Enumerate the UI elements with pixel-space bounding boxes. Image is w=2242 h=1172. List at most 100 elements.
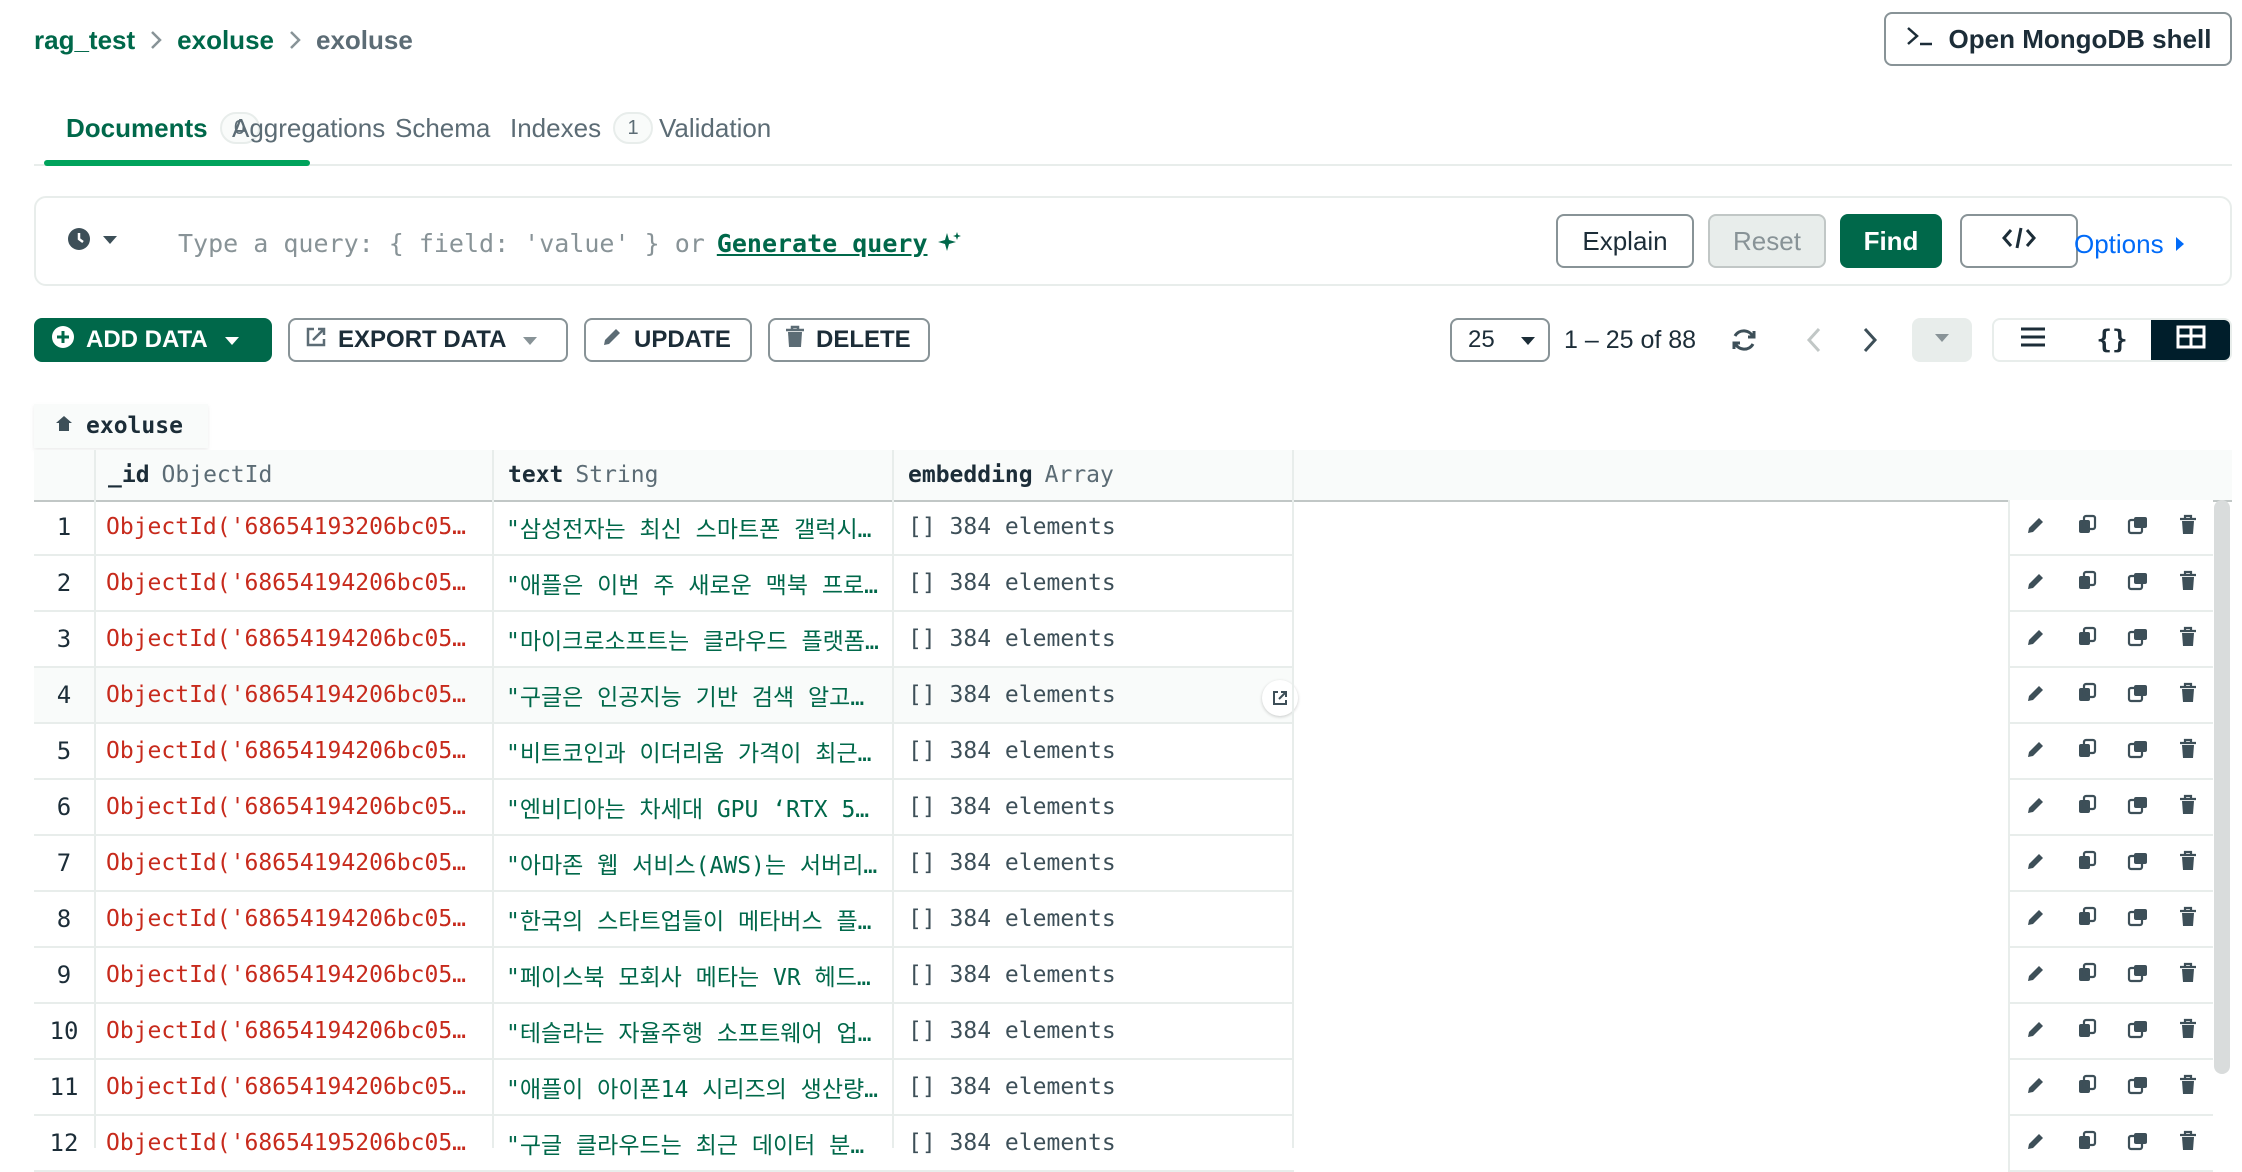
cell-text[interactable]: "구글 클라우드는 최근 데이터 분… — [506, 1116, 914, 1170]
tab-schema[interactable]: Schema — [395, 94, 490, 162]
update-button[interactable]: UPDATE — [584, 318, 752, 362]
query-input[interactable]: Type a query: { field: 'value' } or Gene… — [178, 226, 964, 260]
trash-icon[interactable] — [2178, 626, 2198, 653]
clone-icon[interactable] — [2127, 514, 2149, 541]
cell-text[interactable]: "구글은 인공지능 기반 검색 알고… — [506, 668, 914, 722]
pencil-icon[interactable] — [2025, 1130, 2047, 1157]
copy-icon[interactable] — [2076, 794, 2098, 821]
cell-id[interactable]: ObjectId('68654194206bc05… — [106, 612, 514, 666]
column-header-text[interactable]: text String — [508, 450, 658, 500]
cell-embedding[interactable]: [] 384 elements — [908, 612, 1288, 666]
clone-icon[interactable] — [2127, 962, 2149, 989]
clone-icon[interactable] — [2127, 794, 2149, 821]
pencil-icon[interactable] — [2025, 794, 2047, 821]
trash-icon[interactable] — [2178, 906, 2198, 933]
chevron-left-icon[interactable] — [1796, 322, 1832, 358]
table-row[interactable]: 12 ObjectId('68654195206bc05… "구글 클라우드는 최근… — [34, 1116, 1294, 1172]
cell-text[interactable]: "비트코인과 이더리움 가격이 최근… — [506, 724, 914, 778]
find-button[interactable]: Find — [1840, 214, 1942, 268]
clone-icon[interactable] — [2127, 738, 2149, 765]
cell-text[interactable]: "마이크로소프트는 클라우드 플랫폼… — [506, 612, 914, 666]
add-data-button[interactable]: ADD DATA — [34, 318, 272, 362]
cell-embedding[interactable]: [] 384 elements — [908, 668, 1288, 722]
cell-id[interactable]: ObjectId('68654194206bc05… — [106, 556, 514, 610]
cell-text[interactable]: "삼성전자는 최신 스마트폰 갤럭시… — [506, 500, 914, 554]
clone-icon[interactable] — [2127, 1130, 2149, 1157]
copy-icon[interactable] — [2076, 850, 2098, 877]
tab-indexes[interactable]: Indexes 1 — [510, 94, 654, 162]
breadcrumb-db[interactable]: rag_test — [34, 25, 135, 56]
copy-icon[interactable] — [2076, 1074, 2098, 1101]
clone-icon[interactable] — [2127, 906, 2149, 933]
trash-icon[interactable] — [2178, 682, 2198, 709]
cell-id[interactable]: ObjectId('68654194206bc05… — [106, 1004, 514, 1058]
table-row[interactable]: 3 ObjectId('68654194206bc05… "마이크로소프트는 클라우… — [34, 612, 1294, 668]
copy-icon[interactable] — [2076, 570, 2098, 597]
tab-documents[interactable]: Documents 0 — [44, 94, 310, 166]
pencil-icon[interactable] — [2025, 1074, 2047, 1101]
trash-icon[interactable] — [2178, 850, 2198, 877]
trash-icon[interactable] — [2178, 514, 2198, 541]
cell-embedding[interactable]: [] 384 elements — [908, 836, 1288, 890]
column-header-id[interactable]: _id ObjectId — [108, 450, 272, 500]
cell-id[interactable]: ObjectId('68654194206bc05… — [106, 724, 514, 778]
json-view-button[interactable]: {} — [2073, 320, 2152, 360]
cell-text[interactable]: "페이스북 모회사 메타는 VR 헤드… — [506, 948, 914, 1002]
clone-icon[interactable] — [2127, 570, 2149, 597]
pencil-icon[interactable] — [2025, 682, 2047, 709]
tab-aggregations[interactable]: Aggregations — [232, 94, 385, 162]
clone-icon[interactable] — [2127, 1018, 2149, 1045]
column-header-embedding[interactable]: embedding Array — [908, 450, 1114, 500]
clone-icon[interactable] — [2127, 850, 2149, 877]
table-view-button[interactable] — [2151, 320, 2230, 360]
table-row[interactable]: 4 ObjectId('68654194206bc05… "구글은 인공지능 기반 … — [34, 668, 1298, 724]
trash-icon[interactable] — [2178, 1130, 2198, 1157]
table-row[interactable]: 6 ObjectId('68654194206bc05… "엔비디아는 차세대 GP… — [34, 780, 1294, 836]
trash-icon[interactable] — [2178, 1074, 2198, 1101]
clone-icon[interactable] — [2127, 626, 2149, 653]
cell-id[interactable]: ObjectId('68654194206bc05… — [106, 668, 514, 722]
copy-icon[interactable] — [2076, 906, 2098, 933]
pencil-icon[interactable] — [2025, 906, 2047, 933]
table-row[interactable]: 5 ObjectId('68654194206bc05… "비트코인과 이더리움 가… — [34, 724, 1294, 780]
cell-embedding[interactable]: [] 384 elements — [908, 948, 1288, 1002]
copy-icon[interactable] — [2076, 1130, 2098, 1157]
pencil-icon[interactable] — [2025, 514, 2047, 541]
generate-query-link[interactable]: Generate query — [717, 229, 928, 258]
pencil-icon[interactable] — [2025, 1018, 2047, 1045]
cell-embedding[interactable]: [] 384 elements — [908, 1060, 1288, 1114]
cell-text[interactable]: "애플은 이번 주 새로운 맥북 프로… — [506, 556, 914, 610]
cell-embedding[interactable]: [] 384 elements — [908, 724, 1288, 778]
copy-icon[interactable] — [2076, 1018, 2098, 1045]
trash-icon[interactable] — [2178, 738, 2198, 765]
copy-icon[interactable] — [2076, 738, 2098, 765]
tab-validation[interactable]: Validation — [659, 94, 771, 162]
table-row[interactable]: 2 ObjectId('68654194206bc05… "애플은 이번 주 새로운… — [34, 556, 1294, 612]
cell-text[interactable]: "한국의 스타트업들이 메타버스 플… — [506, 892, 914, 946]
export-data-button[interactable]: EXPORT DATA — [288, 318, 568, 362]
query-history-button[interactable] — [66, 226, 118, 257]
clone-icon[interactable] — [2127, 1074, 2149, 1101]
collection-breadcrumb-tab[interactable]: exoluse — [34, 404, 208, 448]
explain-button[interactable]: Explain — [1556, 214, 1694, 268]
trash-icon[interactable] — [2178, 1018, 2198, 1045]
table-row[interactable]: 10 ObjectId('68654194206bc05… "테슬라는 자율주행 소… — [34, 1004, 1294, 1060]
table-row[interactable]: 1 ObjectId('68654193206bc05… "삼성전자는 최신 스마트… — [34, 500, 1294, 556]
pencil-icon[interactable] — [2025, 626, 2047, 653]
pencil-icon[interactable] — [2025, 570, 2047, 597]
cell-text[interactable]: "엔비디아는 차세대 GPU ‘RTX 5… — [506, 780, 914, 834]
cell-embedding[interactable]: [] 384 elements — [908, 500, 1288, 554]
reset-button[interactable]: Reset — [1708, 214, 1826, 268]
options-toggle[interactable]: Options — [2074, 228, 2186, 260]
page-size-select[interactable]: 25 — [1450, 318, 1550, 362]
cell-id[interactable]: ObjectId('68654194206bc05… — [106, 836, 514, 890]
export-code-button[interactable] — [1960, 214, 2078, 268]
pencil-icon[interactable] — [2025, 962, 2047, 989]
cell-embedding[interactable]: [] 384 elements — [908, 1116, 1288, 1170]
trash-icon[interactable] — [2178, 570, 2198, 597]
cell-embedding[interactable]: [] 384 elements — [908, 1004, 1288, 1058]
cell-text[interactable]: "테슬라는 자율주행 소프트웨어 업… — [506, 1004, 914, 1058]
pencil-icon[interactable] — [2025, 850, 2047, 877]
cell-embedding[interactable]: [] 384 elements — [908, 892, 1288, 946]
vertical-scrollbar[interactable] — [2214, 500, 2230, 1074]
